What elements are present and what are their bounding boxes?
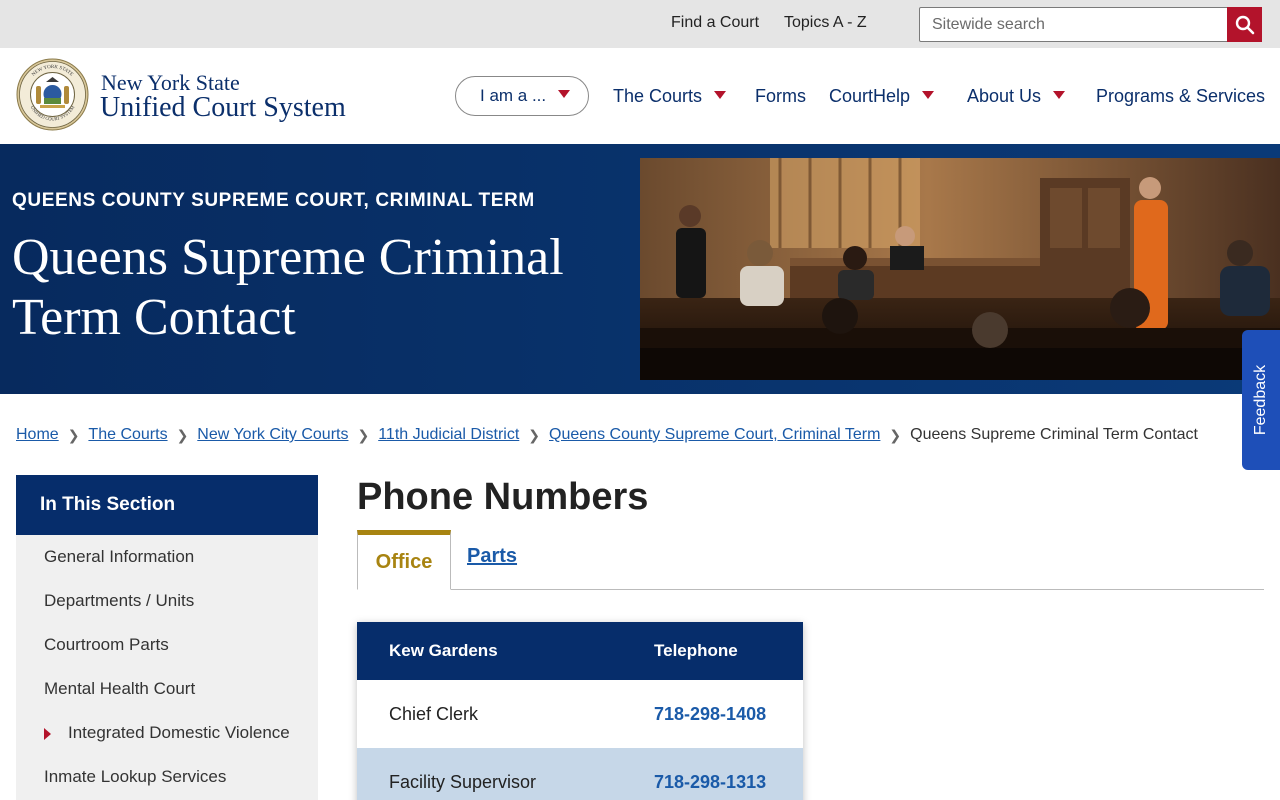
sidebar-item-inmate-lookup-services[interactable]: Inmate Lookup Services [16, 755, 318, 799]
tabs-divider [357, 589, 1264, 590]
sidebar-item-courtroom-parts[interactable]: Courtroom Parts [16, 623, 318, 667]
column-header-location: Kew Gardens [389, 641, 498, 660]
breadcrumb: Home ❯ The Courts ❯ New York City Courts… [16, 424, 1198, 446]
chevron-right-icon: ❯ [889, 426, 902, 443]
nav-label: The Courts [613, 86, 703, 106]
phone-link[interactable]: 718-298-1313 [654, 772, 766, 793]
page-title: Phone Numbers [357, 476, 649, 518]
chevron-right-icon: ❯ [176, 426, 189, 443]
table-header: Kew Gardens Telephone [357, 622, 803, 680]
office-name: Chief Clerk [389, 704, 479, 724]
nav-label: CourtHelp [829, 86, 911, 106]
caret-down-icon [1053, 90, 1066, 99]
logo-line-2[interactable]: Unified Court System [100, 92, 346, 124]
breadcrumb-current: Queens Supreme Criminal Term Contact [910, 426, 1198, 443]
breadcrumb-the-courts[interactable]: The Courts [88, 426, 167, 444]
hero-banner: QUEENS COUNTY SUPREME COURT, CRIMINAL TE… [0, 144, 1280, 394]
feedback-label: Feedback [1252, 364, 1270, 436]
site-header: NEW YORK STATE UNIFIED COURT SYSTEM New … [0, 48, 1280, 144]
search-button[interactable] [1227, 7, 1262, 42]
sidebar-item-integrated-domestic-violence[interactable]: Integrated Domestic Violence [16, 711, 318, 755]
caret-right-icon [44, 728, 51, 740]
nav-courthelp[interactable]: CourtHelp [829, 86, 935, 107]
utility-bar: Find a Court Topics A - Z [0, 0, 1280, 48]
feedback-tab[interactable]: Feedback [1242, 330, 1280, 470]
nav-programs-services[interactable]: Programs & Services [1096, 86, 1265, 107]
section-sidebar: In This Section General Information Depa… [16, 475, 318, 800]
breadcrumb-queens-supreme-criminal[interactable]: Queens County Supreme Court, Criminal Te… [549, 426, 880, 444]
nav-label: About Us [967, 86, 1042, 106]
sitewide-search [919, 7, 1262, 42]
i-am-a-label: I am a ... [480, 86, 547, 105]
chevron-right-icon: ❯ [528, 426, 541, 443]
nav-label: Forms [755, 86, 806, 106]
search-input[interactable] [920, 8, 1228, 41]
caret-down-icon [922, 90, 935, 99]
breadcrumb-nyc-courts[interactable]: New York City Courts [197, 426, 348, 444]
sidebar-item-mental-health-court[interactable]: Mental Health Court [16, 667, 318, 711]
column-header-telephone: Telephone [654, 641, 738, 660]
topics-a-z-link[interactable]: Topics A - Z [784, 14, 867, 32]
tab-parts[interactable]: Parts [467, 545, 517, 568]
sidebar-heading: In This Section [16, 475, 318, 535]
i-am-a-dropdown[interactable]: I am a ... [455, 76, 589, 116]
breadcrumb-11th-judicial-district[interactable]: 11th Judicial District [378, 426, 519, 444]
hero-eyebrow: QUEENS COUNTY SUPREME COURT, CRIMINAL TE… [12, 190, 535, 211]
table-row: Facility Supervisor 718-298-1313 [357, 748, 803, 800]
page-hero-title: Queens Supreme Criminal Term Contact [12, 229, 564, 346]
courtroom-photo [640, 158, 1280, 380]
caret-down-icon [714, 90, 727, 99]
phone-numbers-table: Kew Gardens Telephone Chief Clerk 718-29… [357, 622, 803, 800]
caret-down-icon [558, 90, 571, 98]
nav-about-us[interactable]: About Us [967, 86, 1066, 107]
nav-label: Programs & Services [1096, 86, 1266, 106]
phone-link[interactable]: 718-298-1408 [654, 704, 766, 725]
chevron-right-icon: ❯ [357, 426, 370, 443]
tab-office[interactable]: Office [357, 530, 451, 590]
nav-the-courts[interactable]: The Courts [613, 86, 727, 107]
sidebar-item-general-information[interactable]: General Information [16, 535, 318, 579]
nav-forms[interactable]: Forms [755, 86, 806, 107]
find-a-court-link[interactable]: Find a Court [671, 14, 759, 32]
search-icon [1235, 15, 1254, 34]
office-name: Facility Supervisor [389, 772, 537, 792]
chevron-right-icon: ❯ [67, 426, 80, 443]
sidebar-item-label: Integrated Domestic Violence [68, 723, 290, 742]
table-row: Chief Clerk 718-298-1408 [357, 680, 803, 748]
sidebar-item-departments-units[interactable]: Departments / Units [16, 579, 318, 623]
nys-seal-logo[interactable]: NEW YORK STATE UNIFIED COURT SYSTEM [16, 58, 89, 131]
breadcrumb-home[interactable]: Home [16, 426, 59, 444]
